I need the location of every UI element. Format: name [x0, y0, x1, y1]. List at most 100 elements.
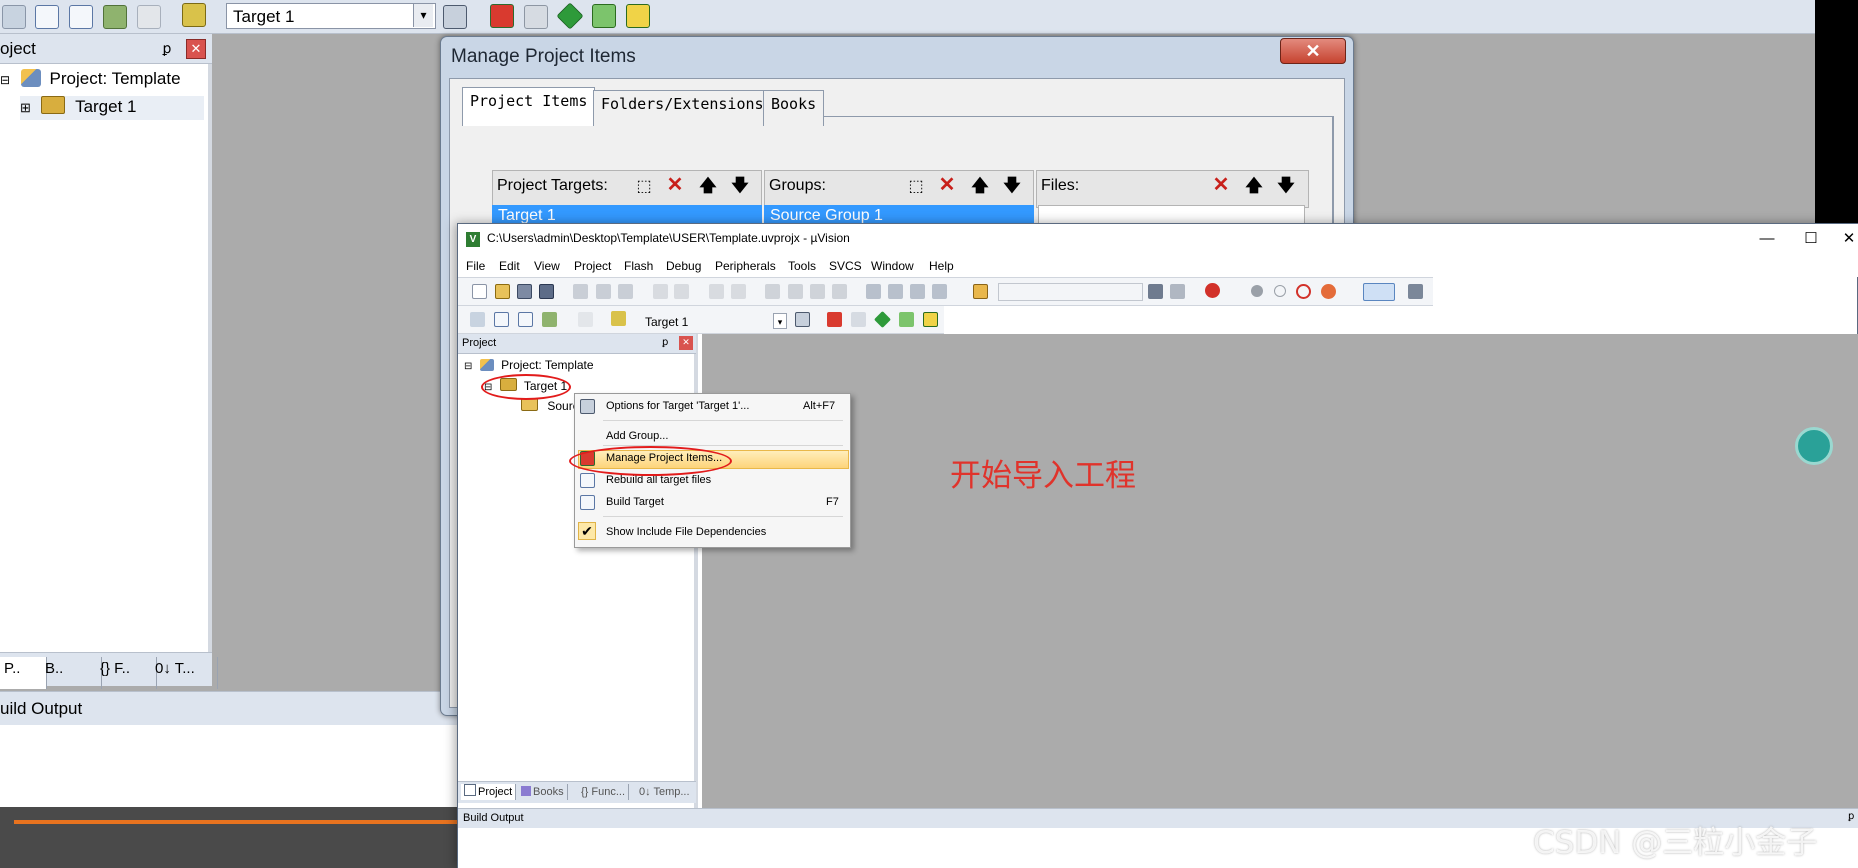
- download-icon[interactable]: [611, 311, 626, 326]
- pin-icon[interactable]: ꝑ: [158, 40, 176, 58]
- paste-icon[interactable]: [618, 284, 633, 299]
- move-group-up-button[interactable]: 🡅: [967, 173, 993, 197]
- move-target-down-button[interactable]: 🡇: [727, 173, 753, 197]
- tab-templates[interactable]: 0↓ Temp...: [636, 784, 693, 800]
- menu-tools[interactable]: Tools: [788, 259, 816, 273]
- tab-functions[interactable]: {} F..: [96, 657, 157, 689]
- rebuild-icon[interactable]: [69, 5, 93, 29]
- tree-node-project[interactable]: ⊟ Project: Template: [0, 69, 181, 89]
- next-bookmark-icon[interactable]: [810, 284, 825, 299]
- menu-view[interactable]: View: [534, 259, 560, 273]
- incremental-find-icon[interactable]: [1170, 284, 1185, 299]
- tab-templates[interactable]: 0↓ T...: [151, 657, 218, 689]
- undo-icon[interactable]: [653, 284, 668, 299]
- menu-item-build-target[interactable]: Build Target: [606, 496, 664, 508]
- move-file-down-button[interactable]: 🡇: [1273, 173, 1299, 197]
- menu-peripherals[interactable]: Peripherals: [715, 259, 776, 273]
- tab-books[interactable]: Books: [518, 784, 568, 800]
- manage-project-items-icon[interactable]: [827, 312, 842, 327]
- menu-flash[interactable]: Flash: [624, 259, 653, 273]
- software-packs-icon[interactable]: [626, 4, 650, 28]
- kill-breakpoints-icon[interactable]: [1296, 284, 1311, 299]
- minimize-button[interactable]: —: [1752, 228, 1782, 250]
- new-file-icon[interactable]: [472, 284, 487, 299]
- navigate-back-icon[interactable]: [709, 284, 724, 299]
- new-group-button[interactable]: ⬚: [903, 173, 929, 197]
- dialog-close-button[interactable]: ✕: [1280, 38, 1346, 64]
- delete-target-button[interactable]: ✕: [662, 173, 688, 197]
- runtime-environment-icon[interactable]: [899, 312, 914, 327]
- translate-icon[interactable]: [2, 5, 26, 29]
- chevron-down-icon[interactable]: ▾: [413, 4, 433, 27]
- window-layout-icon[interactable]: [1363, 283, 1395, 301]
- tab-books[interactable]: Books: [763, 90, 825, 126]
- chevron-down-icon[interactable]: ▾: [773, 313, 787, 329]
- cut-icon[interactable]: [573, 284, 588, 299]
- find-icon[interactable]: [1148, 284, 1163, 299]
- stop-build-icon[interactable]: [578, 312, 593, 327]
- menu-project[interactable]: Project: [574, 259, 611, 273]
- open-file-icon[interactable]: [495, 284, 510, 299]
- menu-item-add-group[interactable]: Add Group...: [606, 430, 668, 442]
- floating-assistant-icon[interactable]: [1795, 427, 1833, 465]
- menu-help[interactable]: Help: [929, 259, 954, 273]
- pack-installer-icon[interactable]: [874, 311, 891, 328]
- target-options-icon[interactable]: [795, 312, 810, 327]
- tab-project-items[interactable]: Project Items: [462, 87, 596, 126]
- tree-expand-icon[interactable]: ⊟: [0, 73, 10, 87]
- clear-bookmarks-icon[interactable]: [832, 284, 847, 299]
- close-button[interactable]: ✕: [1840, 228, 1858, 250]
- pack-installer-icon[interactable]: [556, 2, 584, 30]
- maximize-button[interactable]: ☐: [1796, 228, 1826, 250]
- tree-node-project[interactable]: ⊟ Project: Template: [464, 358, 594, 372]
- tree-node-target[interactable]: ⊞ Target 1: [20, 96, 204, 120]
- delete-group-button[interactable]: ✕: [934, 173, 960, 197]
- target-select[interactable]: Target 1: [636, 312, 786, 330]
- menu-item-options-for-target[interactable]: Options for Target 'Target 1'...: [606, 400, 749, 412]
- menu-item-show-include-deps[interactable]: Show Include File Dependencies: [606, 526, 766, 538]
- save-icon[interactable]: [517, 284, 532, 299]
- build-icon[interactable]: [494, 312, 509, 327]
- move-file-up-button[interactable]: 🡅: [1241, 173, 1267, 197]
- menu-edit[interactable]: Edit: [499, 259, 520, 273]
- target-options-icon[interactable]: [443, 5, 467, 29]
- pin-icon[interactable]: ꝑ: [1848, 811, 1854, 822]
- menu-debug[interactable]: Debug: [666, 259, 701, 273]
- translate-icon[interactable]: [470, 312, 485, 327]
- delete-file-button[interactable]: ✕: [1208, 173, 1234, 197]
- rebuild-icon[interactable]: [518, 312, 533, 327]
- select-packs-icon[interactable]: [851, 312, 866, 327]
- copy-icon[interactable]: [596, 284, 611, 299]
- tree-node-source-group[interactable]: Sourc: [521, 398, 579, 413]
- batch-build-icon[interactable]: [542, 312, 557, 327]
- tab-folders-extensions[interactable]: Folders/Extensions: [593, 90, 772, 126]
- debug-session-icon[interactable]: [1205, 283, 1220, 298]
- prev-bookmark-icon[interactable]: [788, 284, 803, 299]
- comment-icon[interactable]: [910, 284, 925, 299]
- indent-icon[interactable]: [866, 284, 881, 299]
- tab-functions[interactable]: {} Func...: [578, 784, 630, 800]
- tree-expand-icon[interactable]: ⊟: [464, 361, 472, 372]
- unindent-icon[interactable]: [888, 284, 903, 299]
- tab-books[interactable]: B..: [41, 657, 102, 689]
- find-in-files-icon[interactable]: [973, 284, 988, 299]
- manage-project-items-icon[interactable]: [490, 4, 514, 28]
- new-target-button[interactable]: ⬚: [631, 173, 657, 197]
- tree-expand-icon[interactable]: ⊞: [20, 100, 31, 115]
- move-target-up-button[interactable]: 🡅: [695, 173, 721, 197]
- target-select[interactable]: Target 1: [226, 3, 436, 29]
- menu-file[interactable]: File: [466, 259, 485, 273]
- close-icon[interactable]: ✕: [186, 39, 206, 59]
- save-all-icon[interactable]: [539, 284, 554, 299]
- runtime-environment-icon[interactable]: [592, 4, 616, 28]
- tab-project[interactable]: P..: [0, 657, 47, 689]
- menu-svcs[interactable]: SVCS: [829, 259, 862, 273]
- batch-build-icon[interactable]: [103, 5, 127, 29]
- find-combo[interactable]: [998, 283, 1143, 301]
- download-icon[interactable]: [182, 3, 206, 27]
- menu-window[interactable]: Window: [871, 259, 914, 273]
- navigate-forward-icon[interactable]: [731, 284, 746, 299]
- bookmark-icon[interactable]: [765, 284, 780, 299]
- pin-icon[interactable]: ꝑ: [662, 337, 668, 348]
- disable-breakpoint-icon[interactable]: [1274, 285, 1286, 297]
